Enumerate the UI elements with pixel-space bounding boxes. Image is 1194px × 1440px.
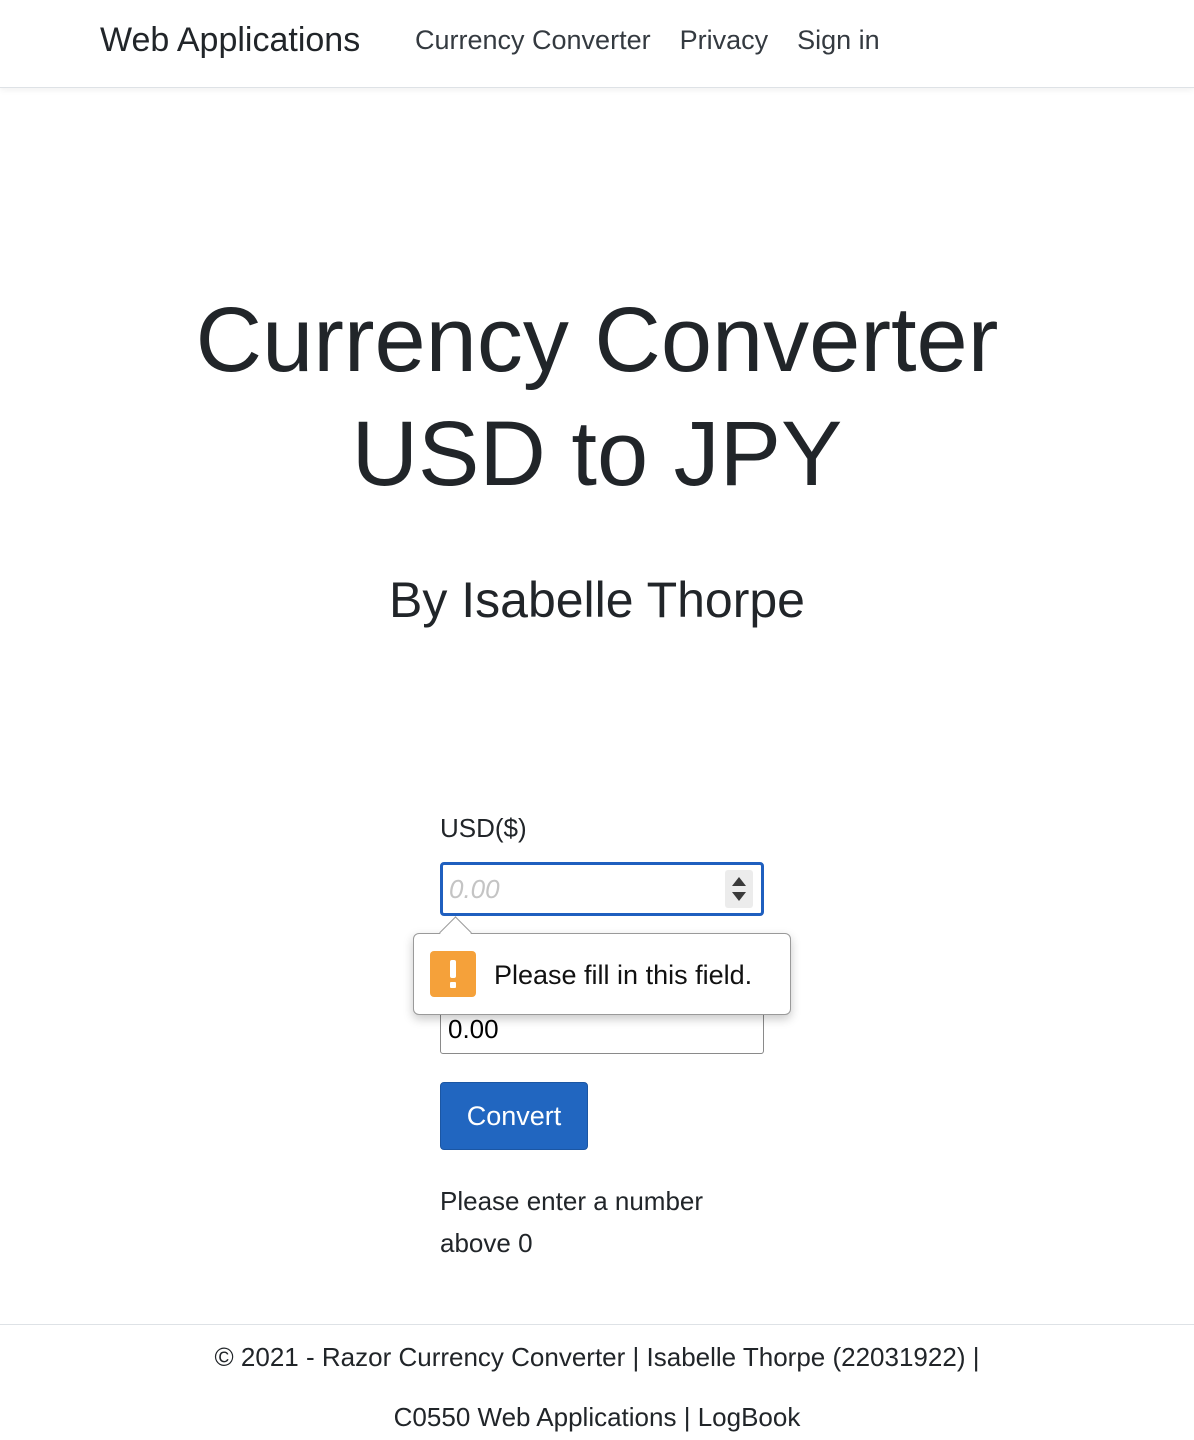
nav-link-currency-converter[interactable]: Currency Converter [415,22,651,58]
stepper-down-icon[interactable] [732,892,746,901]
tooltip-text: Please fill in this field. [494,960,753,990]
number-stepper[interactable] [725,870,753,908]
tooltip-arrow [439,916,472,949]
usd-input[interactable] [449,869,719,909]
converter-form: USD($) 0.00 Convert Please enter a numbe… [440,808,770,1258]
usd-label: USD($) [440,813,527,843]
footer-logbook-link[interactable]: LogBook [698,1402,801,1432]
footer-line-2: C0550 Web Applications | LogBook [0,1399,1194,1435]
footer-course: C0550 Web Applications | [393,1402,691,1432]
nav-link-sign-in[interactable]: Sign in [797,22,880,58]
brand-link[interactable]: Web Applications [100,20,360,60]
navbar: Web Applications Currency Converter Priv… [0,0,1194,88]
warning-icon [430,951,476,997]
page-title-line-1: Currency Converter [195,289,999,391]
footer-copyright: © 2021 - Razor Currency Converter | Isab… [214,1342,980,1372]
nav-link-privacy[interactable]: Privacy [680,22,769,58]
validation-message: Please enter a number above 0 [440,1186,704,1258]
page-title-line-2: USD to JPY [351,403,843,505]
stepper-up-icon[interactable] [732,877,746,886]
page-title: Currency Converter USD to JPY [0,283,1194,511]
nav-links: Currency Converter Privacy Sign in [415,22,880,58]
usd-input-wrapper [440,862,764,916]
author-heading: By Isabelle Thorpe [389,572,805,628]
footer: © 2021 - Razor Currency Converter | Isab… [0,1324,1194,1440]
convert-button[interactable]: Convert [440,1082,588,1150]
validation-tooltip: Please fill in this field. [413,916,791,1015]
